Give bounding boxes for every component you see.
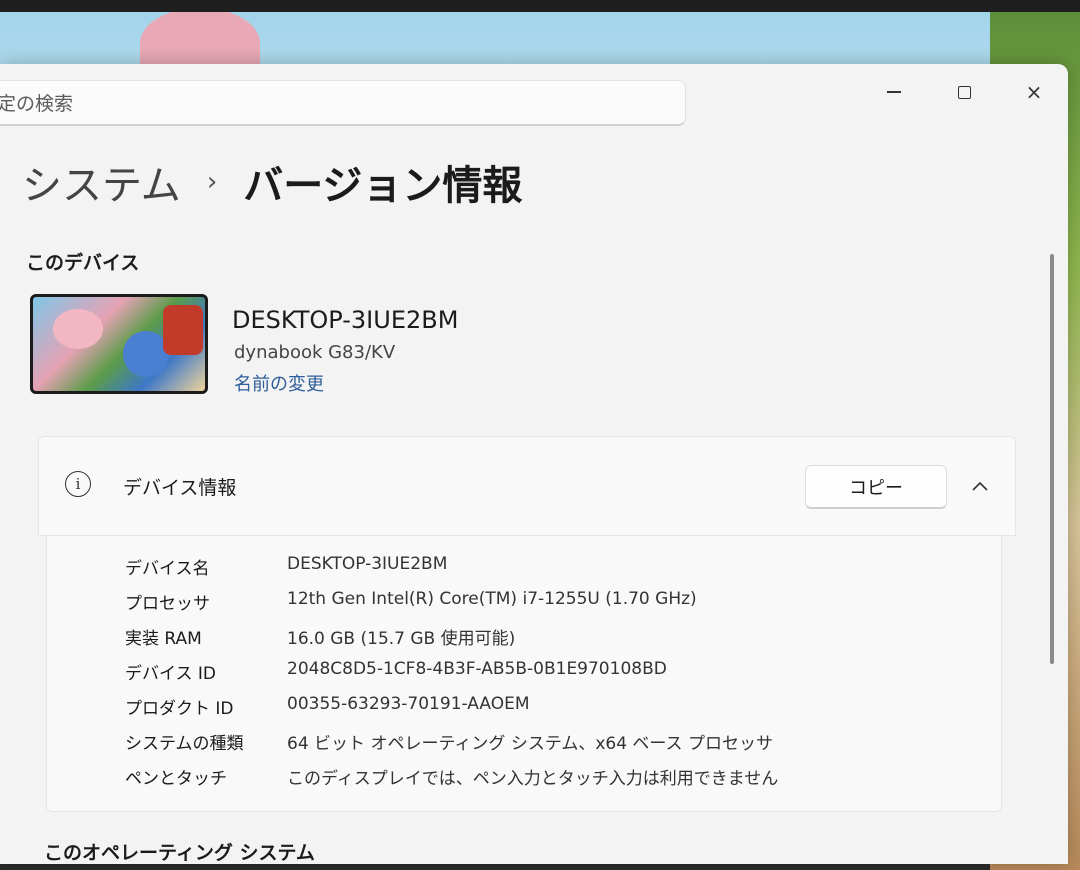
thumbnail-shape bbox=[163, 305, 203, 355]
spec-value: このディスプレイでは、ペン入力とタッチ入力は利用できません bbox=[287, 769, 779, 789]
thumbnail-shape bbox=[53, 309, 103, 349]
spec-label: プロセッサ bbox=[125, 594, 210, 614]
settings-window: × システム › バージョン情報 このデバイス DESKTOP-3IUE2BM … bbox=[0, 64, 1068, 864]
spec-value: DESKTOP-3IUE2BM bbox=[287, 554, 448, 574]
spec-label: デバイス名 bbox=[125, 559, 210, 579]
spec-value: 2048C8D5-1CF8-4B3F-AB5B-0B1E970108BD bbox=[287, 659, 667, 679]
device-info-title: デバイス情報 bbox=[123, 477, 237, 499]
spec-label: デバイス ID bbox=[125, 664, 216, 684]
maximize-button[interactable] bbox=[936, 72, 992, 112]
maximize-icon bbox=[957, 85, 971, 99]
breadcrumb-system[interactable]: システム bbox=[22, 153, 181, 211]
info-icon: i bbox=[65, 471, 91, 497]
spec-label: プロダクト ID bbox=[125, 699, 234, 719]
spec-row: デバイス名 DESKTOP-3IUE2BM bbox=[47, 554, 997, 584]
close-icon: × bbox=[1025, 80, 1043, 104]
spec-label: 実装 RAM bbox=[125, 629, 202, 649]
spec-row: システムの種類 64 ビット オペレーティング システム、x64 ベース プロセ… bbox=[47, 729, 997, 759]
spec-value: 16.0 GB (15.7 GB 使用可能) bbox=[287, 629, 516, 649]
scrollbar[interactable] bbox=[1050, 254, 1054, 664]
this-os-heading: このオペレーティング システム bbox=[44, 842, 315, 864]
chevron-up-icon[interactable] bbox=[969, 475, 991, 497]
spec-label: ペンとタッチ bbox=[125, 769, 227, 789]
settings-search-box[interactable] bbox=[0, 80, 686, 126]
page-title: バージョン情報 bbox=[243, 163, 523, 209]
device-info-card-body: デバイス名 DESKTOP-3IUE2BM プロセッサ 12th Gen Int… bbox=[46, 536, 1002, 812]
spec-row: 実装 RAM 16.0 GB (15.7 GB 使用可能) bbox=[47, 624, 997, 654]
breadcrumb: システム › バージョン情報 bbox=[22, 152, 522, 212]
spec-row: デバイス ID 2048C8D5-1CF8-4B3F-AB5B-0B1E9701… bbox=[47, 659, 997, 689]
device-name-heading: DESKTOP-3IUE2BM bbox=[232, 306, 459, 334]
spec-label: システムの種類 bbox=[125, 734, 244, 754]
minimize-icon bbox=[887, 91, 901, 93]
chevron-up-glyph bbox=[972, 481, 988, 491]
screen-top-edge bbox=[0, 0, 1080, 12]
this-device-heading: このデバイス bbox=[26, 252, 140, 274]
spec-value: 12th Gen Intel(R) Core(TM) i7-1255U (1.7… bbox=[287, 589, 697, 609]
spec-row: ペンとタッチ このディスプレイでは、ペン入力とタッチ入力は利用できません bbox=[47, 764, 997, 794]
spec-value: 00355-63293-70191-AAOEM bbox=[287, 694, 530, 714]
close-button[interactable]: × bbox=[1006, 72, 1062, 112]
spec-row: プロダクト ID 00355-63293-70191-AAOEM bbox=[47, 694, 997, 724]
device-model: dynabook G83/KV bbox=[234, 342, 396, 363]
wallpaper-thumbnail bbox=[30, 294, 208, 394]
rename-pc-link[interactable]: 名前の変更 bbox=[234, 370, 324, 396]
chevron-right-icon: › bbox=[206, 167, 218, 197]
copy-button[interactable]: コピー bbox=[805, 465, 947, 509]
spec-row: プロセッサ 12th Gen Intel(R) Core(TM) i7-1255… bbox=[47, 589, 997, 619]
minimize-button[interactable] bbox=[866, 72, 922, 112]
search-input[interactable] bbox=[0, 89, 659, 119]
spec-value: 64 ビット オペレーティング システム、x64 ベース プロセッサ bbox=[287, 734, 773, 754]
device-info-card-header[interactable]: i デバイス情報 コピー bbox=[38, 436, 1016, 536]
